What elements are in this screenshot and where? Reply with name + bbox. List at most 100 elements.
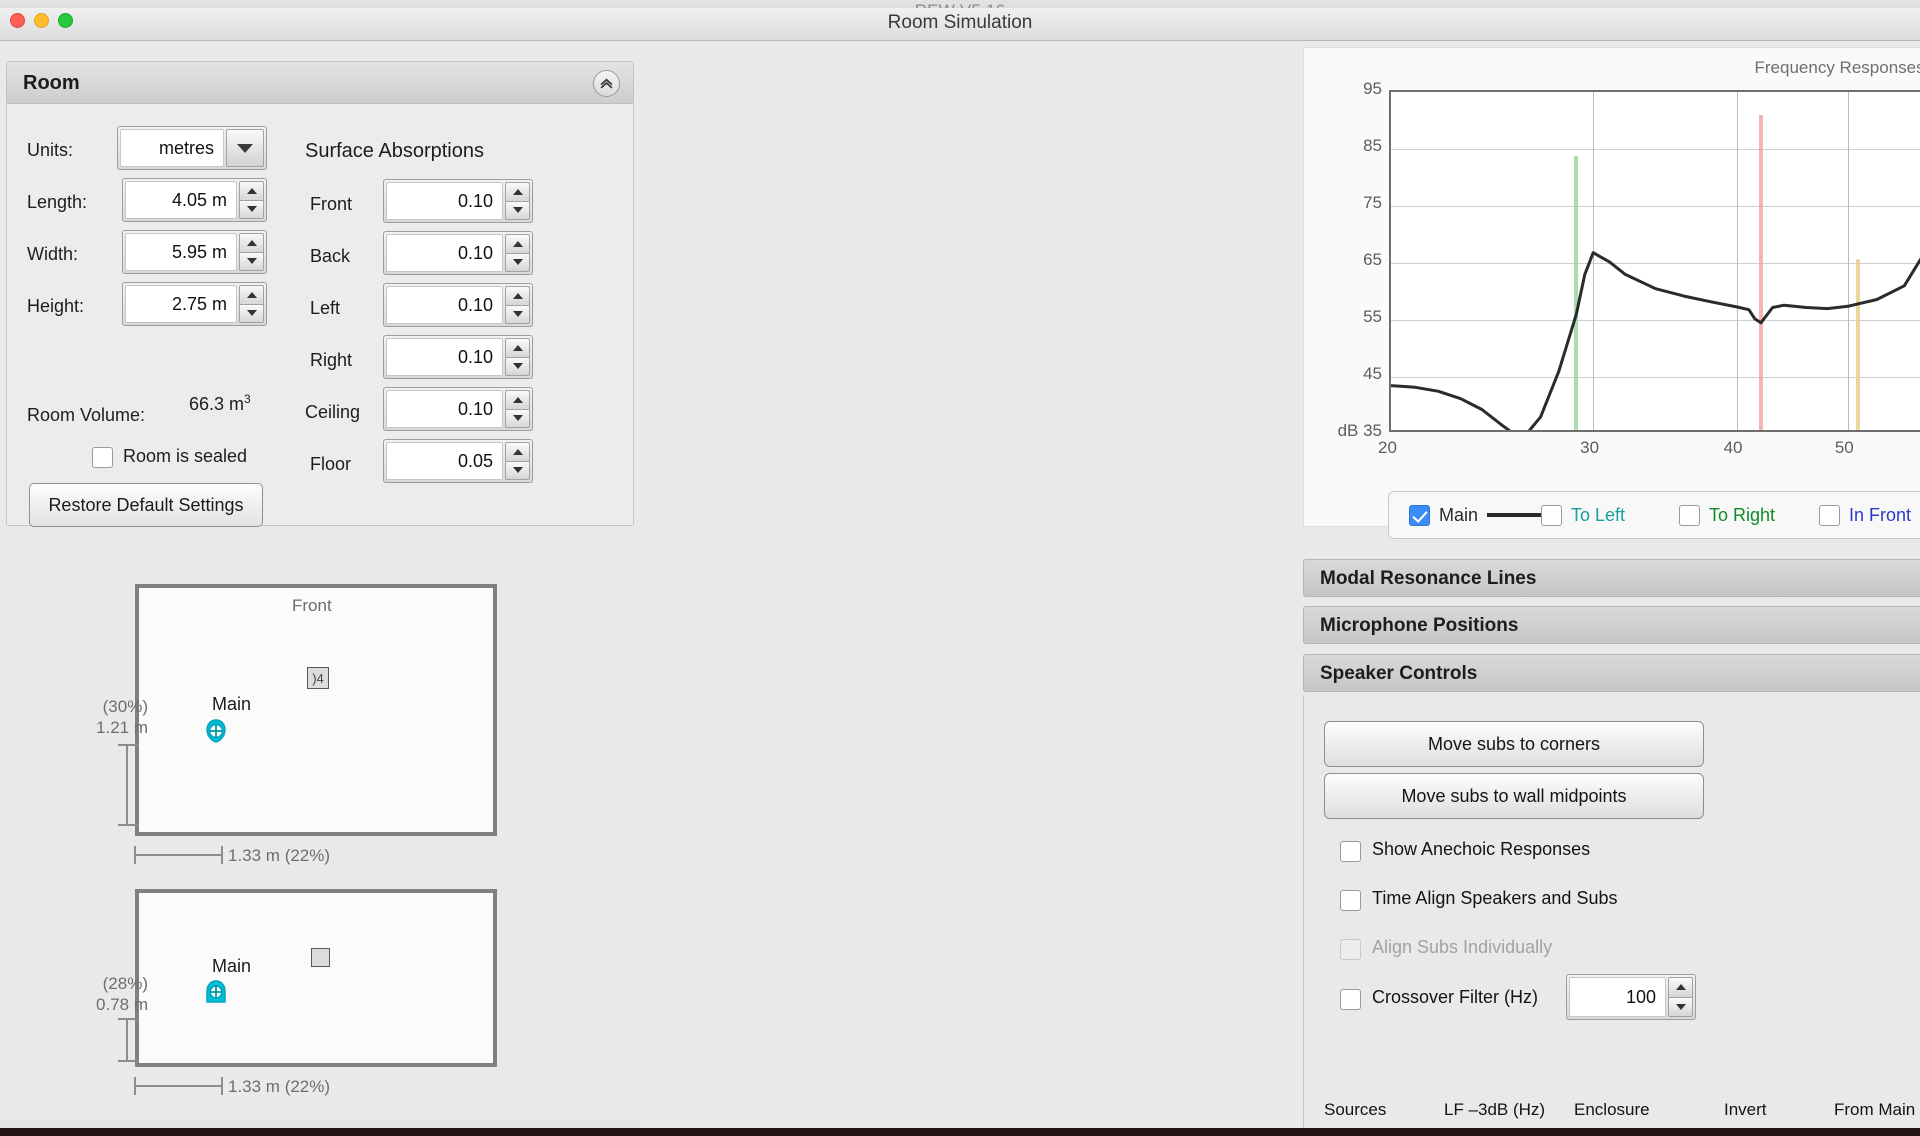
absorption-floor-label: Floor [310, 454, 351, 475]
maximize-button[interactable] [58, 13, 73, 28]
width-decrement[interactable] [239, 252, 264, 272]
move-subs-to-wall-midpoints-button[interactable]: Move subs to wall midpoints [1324, 773, 1704, 819]
minimize-button[interactable] [34, 13, 49, 28]
absorption-floor-value[interactable]: 0.05 [386, 442, 503, 480]
dialog-body: Room Units: metres Length: 4.05 m [0, 41, 1920, 1136]
mic-crosshair-icon[interactable] [203, 718, 229, 744]
legend-checkbox-main[interactable] [1409, 505, 1430, 526]
length-value[interactable]: 4.05 m [125, 181, 237, 219]
legend-label: In Front [1849, 505, 1911, 526]
absorption-ceiling-stepper[interactable] [505, 390, 530, 428]
length-spinner[interactable]: 4.05 m [122, 178, 267, 222]
width-stepper[interactable] [239, 233, 264, 271]
units-combo[interactable]: metres [117, 126, 267, 170]
move-subs-to-corners-button[interactable]: Move subs to corners [1324, 721, 1704, 767]
accordion-microphone-positions[interactable]: Microphone Positions [1303, 606, 1920, 644]
elevation-view-mic-label: Main [212, 956, 251, 977]
chevron-up-icon[interactable] [593, 70, 620, 97]
legend-checkbox-to-left[interactable] [1541, 505, 1562, 526]
absorption-floor-increment[interactable] [505, 442, 530, 461]
width-increment[interactable] [239, 233, 264, 252]
absorption-ceiling-spinner[interactable]: 0.10 [383, 387, 533, 431]
height-increment[interactable] [239, 285, 264, 304]
absorption-back-increment[interactable] [505, 234, 530, 253]
absorption-ceiling-value[interactable]: 0.10 [386, 390, 503, 428]
crossover-stepper[interactable] [1668, 977, 1693, 1017]
length-stepper[interactable] [239, 181, 264, 219]
crossover-decrement[interactable] [1668, 997, 1693, 1018]
width-value[interactable]: 5.95 m [125, 233, 237, 271]
accordion-modal-resonance-lines[interactable]: Modal Resonance Lines [1303, 559, 1920, 597]
restore-default-settings-button[interactable]: Restore Default Settings [29, 483, 263, 527]
absorption-right-stepper[interactable] [505, 338, 530, 376]
legend-item-main[interactable]: Main [1409, 505, 1543, 526]
chart-legend[interactable]: MainTo LeftTo RightIn FrontBehindAboveBe… [1388, 491, 1920, 539]
absorption-left-value[interactable]: 0.10 [386, 286, 503, 324]
height-decrement[interactable] [239, 304, 264, 324]
crossover-filter-value[interactable]: 100 [1569, 977, 1666, 1017]
absorption-front-decrement[interactable] [505, 201, 530, 221]
plan-view-speaker-icon[interactable]: )4 [307, 667, 329, 689]
frequency-response-chart[interactable]: Frequency Responses and Modal Distributi… [1303, 47, 1920, 527]
elevation-view-vertical-dim: (28%) 0.78 m [58, 973, 148, 1016]
elevation-view-vertical-percent: (28%) [58, 973, 148, 994]
absorption-front-stepper[interactable] [505, 182, 530, 220]
absorption-front-value[interactable]: 0.10 [386, 182, 503, 220]
units-value[interactable]: metres [120, 129, 224, 167]
absorption-front-increment[interactable] [505, 182, 530, 201]
absorption-left-spinner[interactable]: 0.10 [383, 283, 533, 327]
room-group-title: Room [23, 72, 80, 95]
absorption-floor-stepper[interactable] [505, 442, 530, 480]
absorption-back-spinner[interactable]: 0.10 [383, 231, 533, 275]
absorption-back-decrement[interactable] [505, 253, 530, 273]
show-anechoic-responses-checkbox[interactable] [1340, 841, 1361, 862]
absorption-left-stepper[interactable] [505, 286, 530, 324]
legend-item-to-left[interactable]: To Left [1541, 505, 1625, 526]
length-decrement[interactable] [239, 200, 264, 220]
elevation-view-diagram[interactable]: (28%) 0.78 m 1.33 m (22%) Main [0, 841, 640, 1121]
chevron-down-icon[interactable] [226, 129, 264, 167]
room-volume-number: 66.3 m [189, 394, 244, 414]
absorption-floor-decrement[interactable] [505, 461, 530, 481]
window-traffic-lights[interactable] [10, 13, 73, 28]
absorption-right-value[interactable]: 0.10 [386, 338, 503, 376]
absorption-left-decrement[interactable] [505, 305, 530, 325]
length-increment[interactable] [239, 181, 264, 200]
absorption-floor-spinner[interactable]: 0.05 [383, 439, 533, 483]
legend-checkbox-in-front[interactable] [1819, 505, 1840, 526]
chart-plot-area[interactable] [1389, 90, 1920, 432]
absorption-right-decrement[interactable] [505, 357, 530, 377]
mic-crosshair-icon[interactable] [203, 979, 229, 1005]
height-value[interactable]: 2.75 m [125, 285, 237, 323]
absorption-right-increment[interactable] [505, 338, 530, 357]
width-spinner[interactable]: 5.95 m [122, 230, 267, 274]
time-align-speakers-and-subs-checkbox[interactable] [1340, 890, 1361, 911]
crossover-filter-checkbox[interactable] [1340, 989, 1361, 1010]
plan-view-diagram[interactable]: Front (30%) 1.21 m 1.33 m (22%) Main [0, 536, 640, 836]
crossover-filter-spinner[interactable]: 100 [1566, 974, 1696, 1020]
plan-view-mic-label: Main [212, 694, 251, 715]
absorption-ceiling-decrement[interactable] [505, 409, 530, 429]
absorption-front-spinner[interactable]: 0.10 [383, 179, 533, 223]
crossover-increment[interactable] [1668, 977, 1693, 997]
room-is-sealed-checkbox[interactable] [92, 447, 113, 468]
plan-view-vertical-percent: (30%) [58, 696, 148, 717]
absorption-left-label: Left [310, 298, 340, 319]
close-button[interactable] [10, 13, 25, 28]
dim-tick [134, 1077, 136, 1095]
absorption-ceiling-increment[interactable] [505, 390, 530, 409]
legend-item-to-right[interactable]: To Right [1679, 505, 1775, 526]
elevation-view-speaker-icon[interactable] [311, 948, 330, 967]
legend-checkbox-to-right[interactable] [1679, 505, 1700, 526]
absorption-right-spinner[interactable]: 0.10 [383, 335, 533, 379]
dialog-title: Room Simulation [0, 12, 1920, 34]
absorption-back-value[interactable]: 0.10 [386, 234, 503, 272]
height-stepper[interactable] [239, 285, 264, 323]
legend-label: Main [1439, 505, 1478, 526]
absorption-back-stepper[interactable] [505, 234, 530, 272]
accordion-speaker-controls[interactable]: Speaker Controls [1303, 654, 1920, 692]
absorption-left-increment[interactable] [505, 286, 530, 305]
height-spinner[interactable]: 2.75 m [122, 282, 267, 326]
absorption-front-label: Front [310, 194, 352, 215]
legend-item-in-front[interactable]: In Front [1819, 505, 1911, 526]
